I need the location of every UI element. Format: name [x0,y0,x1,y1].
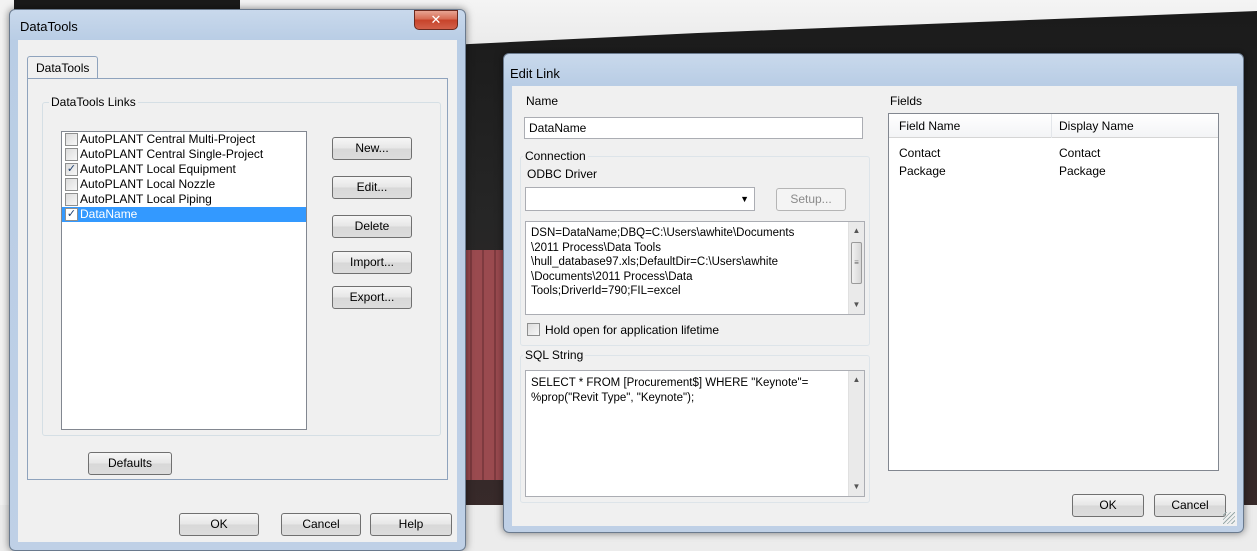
table-row[interactable]: Contact Contact [889,144,1218,162]
name-label: Name [526,94,559,108]
datatools-titlebar: DataTools ✕ [10,10,465,40]
link-checkbox[interactable]: ✓ [65,163,78,176]
field-name-cell: Package [899,164,946,178]
delete-button[interactable]: Delete [332,215,412,238]
edit-link-dialog: Edit Link Name Connection ODBC Driver ▼ … [503,53,1244,533]
resize-grip-icon[interactable] [1223,512,1235,524]
list-item[interactable]: AutoPLANT Local Nozzle [62,177,306,192]
display-name-cell: Package [1059,164,1106,178]
list-item-label: DataName [80,207,138,221]
sql-string-group: SQL String SELECT * FROM [Procurement$] … [520,348,870,503]
checkmark-icon: ✓ [66,208,77,220]
link-checkbox[interactable] [65,193,78,206]
list-item-label: AutoPLANT Local Nozzle [80,177,216,191]
hold-open-checkbox[interactable]: Hold open for application lifetime [527,322,767,338]
fields-header: Field Name Display Name [889,114,1218,138]
table-row[interactable]: Package Package [889,162,1218,180]
link-checkbox[interactable] [65,178,78,191]
export-button[interactable]: Export... [332,286,412,309]
datatools-links-list[interactable]: AutoPLANT Central Multi-Project AutoPLAN… [61,131,307,430]
sql-string-label: SQL String [523,348,586,362]
edit-link-title: Edit Link [510,66,560,81]
column-header-display-name[interactable]: Display Name [1059,119,1134,133]
datatools-links-group: DataTools Links AutoPLANT Central Multi-… [42,95,441,436]
edit-link-ok-button[interactable]: OK [1072,494,1144,517]
datatools-links-label: DataTools Links [49,95,138,109]
datatools-dialog: DataTools ✕ DataTools DataTools Links Au… [9,9,466,551]
connection-string-textarea[interactable]: DSN=DataName;DBQ=C:\Users\awhite\Documen… [525,221,865,315]
odbc-driver-label: ODBC Driver [527,167,598,181]
datatools-title: DataTools [20,19,78,34]
link-checkbox[interactable] [65,148,78,161]
list-item[interactable]: AutoPLANT Local Piping [62,192,306,207]
list-item-label: AutoPLANT Central Multi-Project [80,132,256,146]
tab-label: DataTools [36,61,90,75]
edit-link-client-area: Name Connection ODBC Driver ▼ Setup... D… [512,86,1237,526]
list-item[interactable]: ✓ AutoPLANT Local Equipment [62,162,306,177]
edit-link-titlebar: Edit Link [504,54,1243,84]
new-button[interactable]: New... [332,137,412,160]
sql-string-text: SELECT * FROM [Procurement$] WHERE "Keyn… [531,377,809,404]
tab-datatools[interactable]: DataTools [27,56,99,78]
link-checkbox[interactable]: ✓ [65,208,78,221]
connection-scrollbar[interactable]: ▲ ≡ ▼ [848,222,864,314]
close-button[interactable]: ✕ [414,10,458,30]
hold-open-label: Hold open for application lifetime [545,323,720,337]
list-item-label: AutoPLANT Central Single-Project [80,147,264,161]
ok-button[interactable]: OK [179,513,259,536]
scroll-thumb[interactable]: ≡ [851,242,862,284]
fields-table[interactable]: Field Name Display Name Contact Contact … [888,113,1219,471]
scroll-up-icon[interactable]: ▲ [849,373,864,387]
connection-group: Connection ODBC Driver ▼ Setup... DSN=Da… [520,149,870,346]
connection-string-text: DSN=DataName;DBQ=C:\Users\awhite\Documen… [531,227,795,297]
datatools-client-area: DataTools DataTools Links AutoPLANT Cent… [18,40,457,542]
cancel-button[interactable]: Cancel [281,513,361,536]
name-input[interactable] [524,117,863,139]
list-item-label: AutoPLANT Local Piping [80,192,212,206]
hold-open-box[interactable] [527,323,540,336]
checkmark-icon: ✓ [66,163,77,175]
sql-scrollbar[interactable]: ▲ ▼ [848,371,864,496]
edit-button[interactable]: Edit... [332,176,412,199]
edit-link-cancel-button[interactable]: Cancel [1154,494,1226,517]
list-item-label: AutoPLANT Local Equipment [80,162,236,176]
column-divider[interactable] [1051,114,1052,138]
column-header-field-name[interactable]: Field Name [899,119,960,133]
list-item-selected[interactable]: ✓ DataName [62,207,306,222]
list-item[interactable]: AutoPLANT Central Multi-Project [62,132,306,147]
setup-button[interactable]: Setup... [776,188,846,211]
connection-label: Connection [523,149,588,163]
close-icon: ✕ [430,12,442,27]
list-item[interactable]: AutoPLANT Central Single-Project [62,147,306,162]
scroll-down-icon[interactable]: ▼ [849,480,864,494]
help-button[interactable]: Help [370,513,452,536]
defaults-button[interactable]: Defaults [88,452,172,475]
tab-panel: DataTools Links AutoPLANT Central Multi-… [27,78,448,480]
scroll-up-icon[interactable]: ▲ [849,224,864,238]
link-checkbox[interactable] [65,133,78,146]
sql-string-textarea[interactable]: SELECT * FROM [Procurement$] WHERE "Keyn… [525,370,865,497]
fields-label: Fields [890,94,923,108]
display-name-cell: Contact [1059,146,1101,160]
chevron-down-icon: ▼ [740,194,749,204]
grip-icon: ≡ [854,258,859,267]
scroll-down-icon[interactable]: ▼ [849,298,864,312]
odbc-driver-dropdown[interactable]: ▼ [525,187,755,211]
import-button[interactable]: Import... [332,251,412,274]
field-name-cell: Contact [899,146,941,160]
